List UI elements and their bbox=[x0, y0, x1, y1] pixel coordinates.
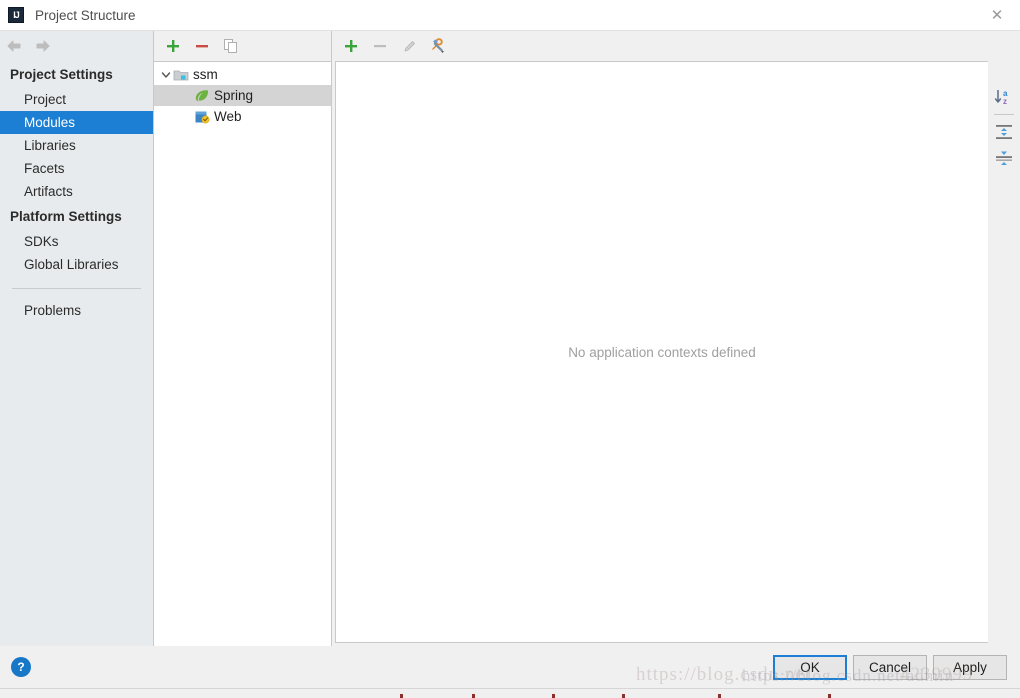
module-folder-icon bbox=[173, 67, 189, 83]
sidebar-item-global-libraries[interactable]: Global Libraries bbox=[0, 253, 153, 276]
sidebar-item-sdks[interactable]: SDKs bbox=[0, 230, 153, 253]
module-tree[interactable]: ssm Spring Web bbox=[154, 61, 331, 646]
ok-button[interactable]: OK bbox=[773, 654, 847, 680]
background-mark bbox=[400, 694, 403, 698]
arrow-right-icon[interactable] bbox=[34, 38, 51, 55]
app-logo-icon: IJ bbox=[8, 7, 24, 23]
background-mark bbox=[472, 694, 475, 698]
sidebar-item-project[interactable]: Project bbox=[0, 88, 153, 111]
background-mark bbox=[622, 694, 625, 698]
sidebar-item-artifacts[interactable]: Artifacts bbox=[0, 180, 153, 203]
tree-row[interactable]: Web bbox=[154, 106, 331, 127]
dialog-footer: ? OK Cancel Apply bbox=[0, 646, 1020, 688]
sidebar-divider bbox=[12, 288, 141, 289]
detail-toolbar bbox=[332, 31, 1020, 61]
copy-icon[interactable] bbox=[223, 38, 239, 54]
window-title: Project Structure bbox=[35, 7, 136, 23]
sidebar-item-facets[interactable]: Facets bbox=[0, 157, 153, 180]
sort-az-icon[interactable]: a z bbox=[993, 86, 1015, 108]
svg-text:z: z bbox=[1003, 97, 1007, 106]
project-structure-dialog: IJ Project Structure ✕ Project Settings … bbox=[0, 0, 1020, 688]
pencil-icon bbox=[401, 38, 417, 54]
help-icon[interactable]: ? bbox=[11, 657, 31, 677]
wrench-dropdown-icon[interactable] bbox=[430, 38, 446, 54]
remove-context-button bbox=[372, 38, 388, 54]
tree-row[interactable]: ssm bbox=[154, 64, 331, 85]
cancel-button[interactable]: Cancel bbox=[853, 654, 927, 680]
panes-container: Project Settings Project Modules Librari… bbox=[0, 31, 1020, 646]
tree-node-label: Web bbox=[214, 108, 242, 124]
background-mark bbox=[828, 694, 831, 698]
detail-side-toolbar: a z bbox=[988, 61, 1020, 646]
side-toolbar-divider bbox=[994, 114, 1014, 115]
background-mark bbox=[718, 694, 721, 698]
background-mark bbox=[552, 694, 555, 698]
detail-main: No application contexts defined a z bbox=[332, 61, 1020, 646]
sidebar-item-problems[interactable]: Problems bbox=[0, 299, 153, 322]
empty-state-message: No application contexts defined bbox=[568, 344, 756, 360]
settings-sidebar: Project Settings Project Modules Librari… bbox=[0, 31, 154, 646]
web-facet-icon bbox=[194, 109, 210, 125]
arrow-left-icon[interactable] bbox=[6, 38, 23, 55]
sidebar-heading-platform-settings: Platform Settings bbox=[10, 209, 122, 224]
tree-row[interactable]: Spring bbox=[154, 85, 331, 106]
sidebar-navigation bbox=[0, 31, 153, 61]
collapse-all-icon[interactable] bbox=[993, 146, 1015, 168]
add-module-button[interactable] bbox=[165, 38, 181, 54]
sidebar-heading-project-settings: Project Settings bbox=[10, 67, 113, 82]
sidebar-item-modules[interactable]: Modules bbox=[0, 111, 153, 134]
application-contexts-panel[interactable]: No application contexts defined bbox=[335, 61, 988, 643]
chevron-down-icon[interactable] bbox=[159, 68, 173, 82]
remove-module-button[interactable] bbox=[194, 38, 210, 54]
module-tree-toolbar bbox=[154, 31, 331, 61]
spring-leaf-icon bbox=[194, 88, 210, 104]
detail-pane: No application contexts defined a z bbox=[332, 31, 1020, 646]
close-icon[interactable]: ✕ bbox=[974, 0, 1020, 29]
apply-button[interactable]: Apply bbox=[933, 654, 1007, 680]
sidebar-item-libraries[interactable]: Libraries bbox=[0, 134, 153, 157]
title-bar: IJ Project Structure ✕ bbox=[0, 0, 1020, 31]
tree-node-label: ssm bbox=[193, 66, 218, 82]
add-context-button[interactable] bbox=[343, 38, 359, 54]
expand-all-icon[interactable] bbox=[993, 121, 1015, 143]
dialog-body: Project Settings Project Modules Librari… bbox=[0, 31, 1020, 688]
tree-node-label: Spring bbox=[214, 87, 254, 103]
module-tree-pane: ssm Spring Web bbox=[154, 31, 332, 646]
